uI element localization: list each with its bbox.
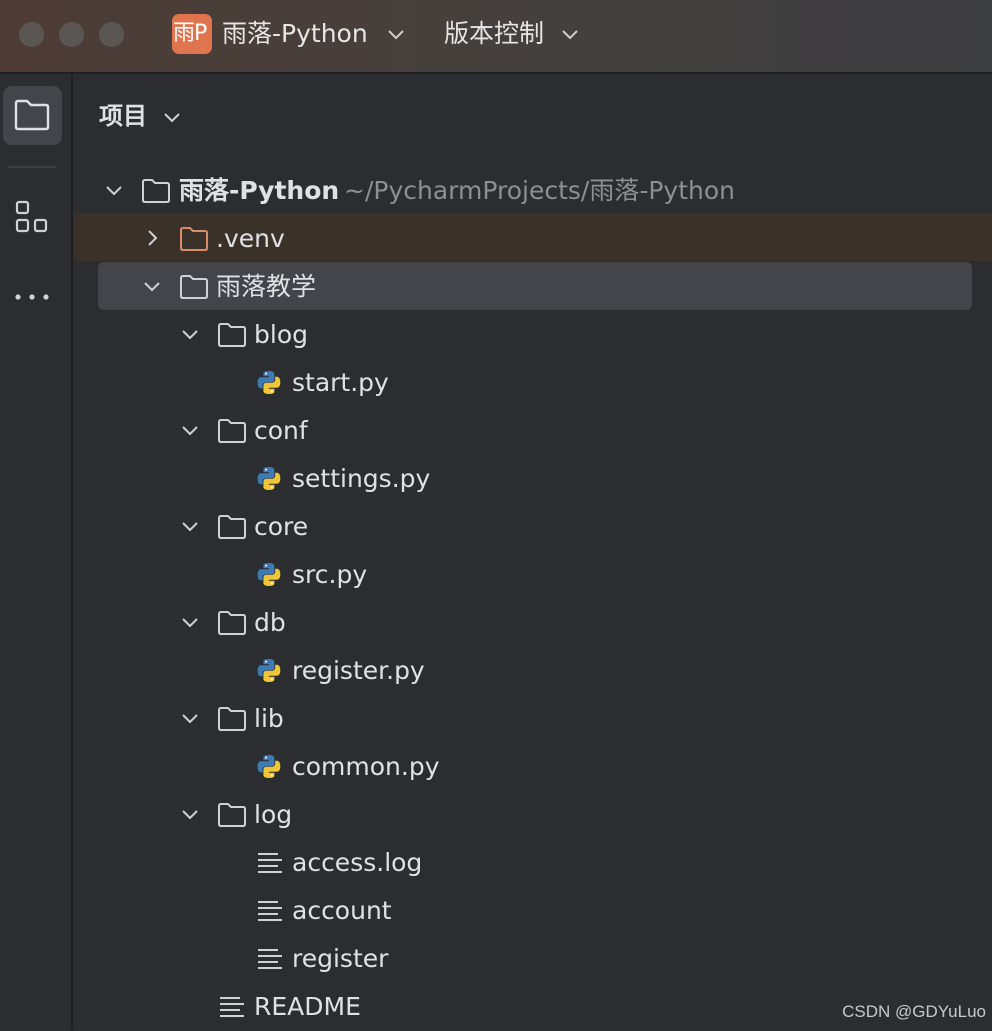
tree-label: common.py	[292, 752, 440, 781]
title-bar: 雨P 雨落-Python 版本控制	[0, 0, 992, 74]
text-file-icon	[258, 853, 282, 873]
folder-icon	[218, 611, 246, 635]
project-switcher[interactable]: 雨落-Python	[222, 17, 368, 51]
tree-label: account	[292, 896, 392, 925]
more-icon[interactable]	[14, 292, 50, 302]
chevron-down-icon[interactable]	[180, 709, 200, 729]
python-file-icon	[257, 563, 281, 586]
window-close-button[interactable]	[19, 22, 44, 47]
chevron-right-icon[interactable]	[143, 228, 163, 248]
text-file-icon	[258, 901, 282, 921]
tree-label: conf	[254, 416, 308, 445]
python-file-icon	[257, 371, 281, 394]
tool-window-strip	[0, 74, 73, 1030]
folder-icon	[218, 707, 246, 731]
tree-label: .venv	[216, 224, 285, 253]
tree-label: log	[254, 800, 293, 829]
python-file-icon	[257, 755, 281, 778]
strip-divider	[8, 166, 56, 168]
tree-label: register.py	[292, 656, 425, 685]
folder-icon	[218, 803, 246, 827]
chevron-down-icon[interactable]	[163, 108, 181, 126]
chevron-down-icon[interactable]	[386, 24, 406, 44]
tree-root-path: ~/PycharmProjects/雨落-Python	[344, 176, 736, 205]
tree-label: db	[254, 608, 286, 637]
watermark: CSDN @GDYuLuo	[842, 1002, 986, 1021]
folder-icon	[14, 99, 50, 131]
folder-icon	[218, 323, 246, 347]
folder-icon	[142, 179, 170, 203]
window-zoom-button[interactable]	[99, 22, 124, 47]
chevron-down-icon[interactable]	[180, 421, 200, 441]
tree-label: settings.py	[292, 464, 431, 493]
tree-label: README	[254, 992, 361, 1021]
chevron-down-icon[interactable]	[142, 277, 162, 297]
text-file-icon	[220, 997, 244, 1017]
text-file-icon	[258, 949, 282, 969]
chevron-down-icon[interactable]	[560, 24, 580, 44]
tree-label: lib	[254, 704, 284, 733]
folder-icon	[180, 275, 208, 299]
chevron-down-icon[interactable]	[180, 517, 200, 537]
tree-label: register	[292, 944, 389, 973]
chevron-down-icon[interactable]	[104, 181, 124, 201]
project-badge-icon[interactable]: 雨P	[172, 14, 212, 54]
excluded-row-highlight	[74, 213, 992, 261]
tree-label: 雨落教学	[216, 272, 317, 301]
folder-icon	[218, 515, 246, 539]
python-file-icon	[257, 659, 281, 682]
project-tool-button[interactable]	[3, 86, 62, 145]
tree-label: blog	[254, 320, 308, 349]
tree-label: start.py	[292, 368, 389, 397]
tree-label: src.py	[292, 560, 368, 589]
chevron-down-icon[interactable]	[180, 613, 200, 633]
excluded-folder-icon	[180, 227, 208, 251]
panel-title[interactable]: 项目	[99, 98, 147, 134]
window-minimize-button[interactable]	[59, 22, 84, 47]
chevron-down-icon[interactable]	[180, 325, 200, 345]
tree-root-label: 雨落-Python	[179, 176, 340, 205]
folder-icon	[218, 419, 246, 443]
structure-icon[interactable]	[15, 200, 49, 234]
tree-label: core	[254, 512, 309, 541]
vcs-menu[interactable]: 版本控制	[444, 17, 544, 51]
tree-label: access.log	[292, 848, 423, 877]
python-file-icon	[257, 467, 281, 490]
chevron-down-icon[interactable]	[180, 805, 200, 825]
